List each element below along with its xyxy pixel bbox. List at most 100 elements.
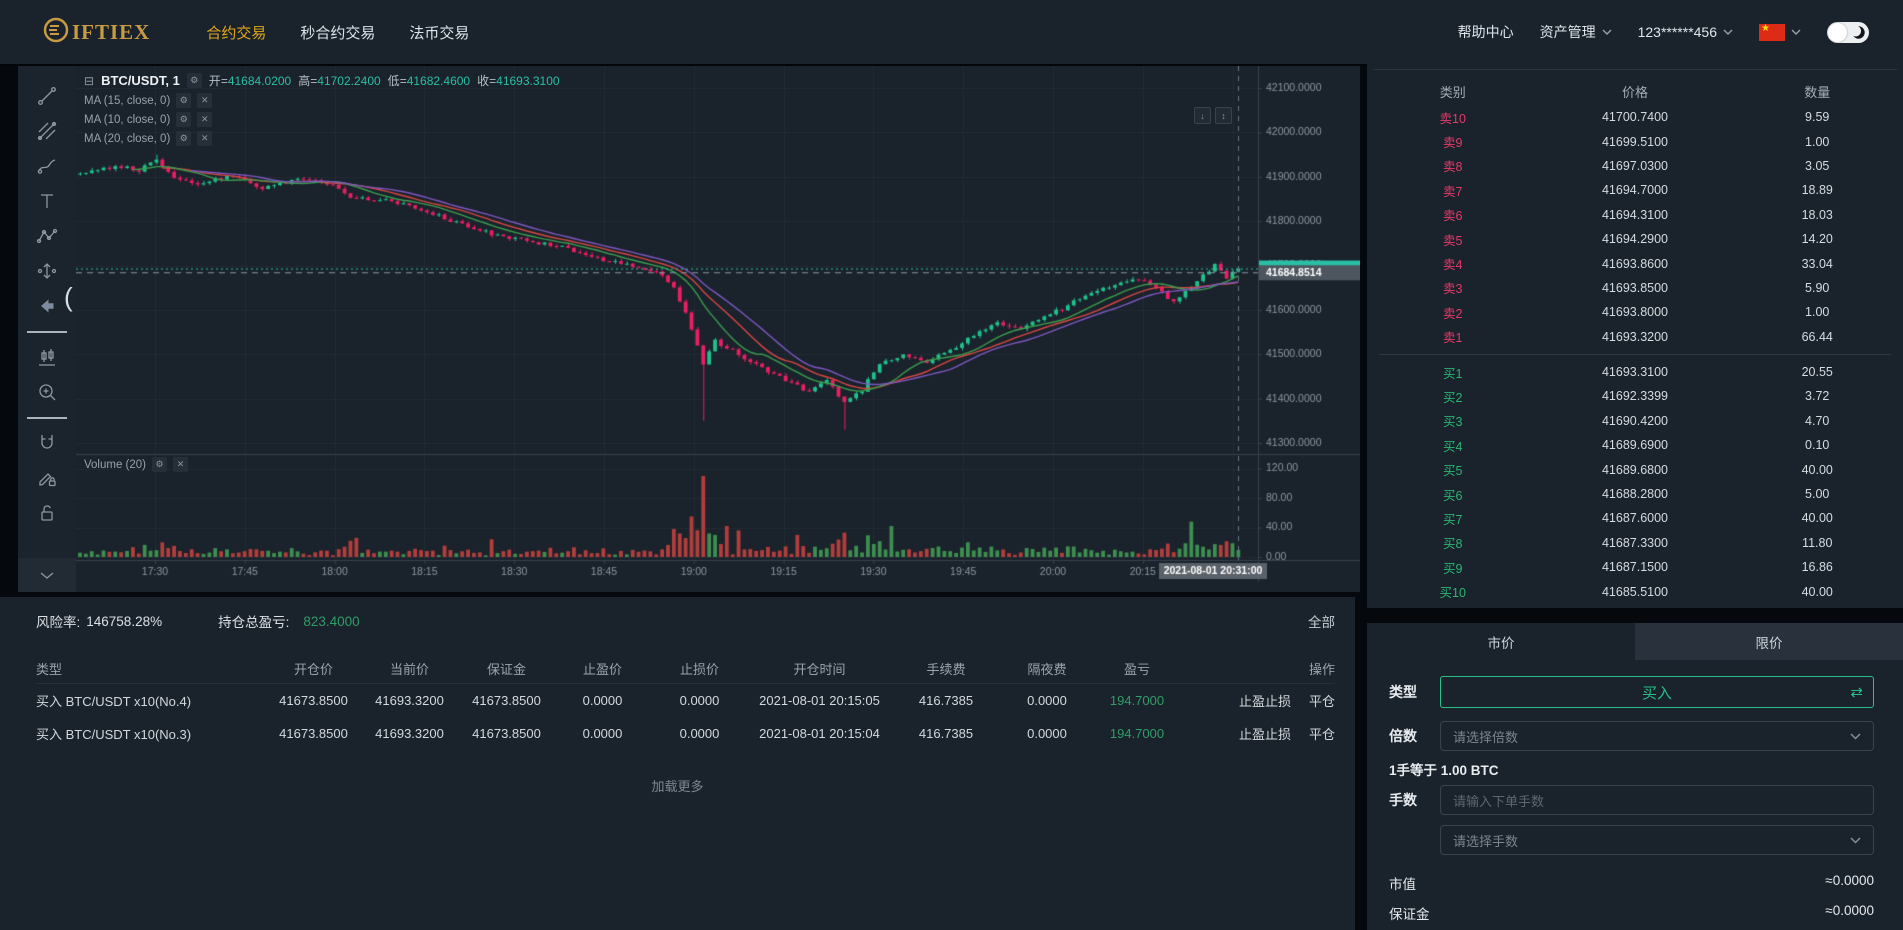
nav-contract-trade[interactable]: 合约交易 xyxy=(206,22,266,43)
filter-all-link[interactable]: 全部 xyxy=(1308,611,1335,631)
scroll-down-icon[interactable]: ↓ xyxy=(1194,107,1211,124)
buy-order-row[interactable]: 买3 41690.4200 4.70 xyxy=(1367,409,1903,433)
buy-order-row[interactable]: 买9 41687.1500 16.86 xyxy=(1367,555,1903,579)
buy-order-row[interactable]: 买10 41685.5100 40.00 xyxy=(1367,579,1903,603)
close-position-button[interactable]: 平仓 xyxy=(1309,694,1335,709)
close-icon[interactable]: ✕ xyxy=(197,112,213,127)
leverage-label: 倍数 xyxy=(1389,728,1417,744)
nav-fiat-trade[interactable]: 法币交易 xyxy=(409,22,469,43)
zoom-in-tool[interactable] xyxy=(29,376,65,408)
sell-order-row[interactable]: 卖6 41694.3100 18.03 xyxy=(1367,203,1903,227)
toggle-knob xyxy=(1828,22,1847,42)
bar-style-tool[interactable] xyxy=(29,341,65,373)
scroll-latest-icon[interactable]: ↕ xyxy=(1215,107,1232,124)
sell-order-row[interactable]: 卖10 41700.7400 9.59 xyxy=(1367,105,1903,129)
gear-icon[interactable]: ⚙ xyxy=(186,73,202,88)
order-quantity: 33.04 xyxy=(1801,256,1833,271)
order-price: 41693.8500 xyxy=(1601,280,1669,295)
order-level-label: 买3 xyxy=(1443,415,1463,430)
nav-second-contract-trade[interactable]: 秒合约交易 xyxy=(300,22,375,43)
positions-table-body: 买入 BTC/USDT x10(No.4) 41673.8500 41693.320… xyxy=(36,684,1335,750)
gear-icon[interactable]: ⚙ xyxy=(176,112,192,127)
buy-order-row[interactable]: 买8 41687.3300 11.80 xyxy=(1367,531,1903,555)
order-price: 41693.8000 xyxy=(1601,305,1669,320)
brush-tool[interactable] xyxy=(29,150,65,182)
order-book-panel: 类别 价格 数量 卖10 41700.7400 9.59 卖9 41699.5100 1.… xyxy=(1367,64,1903,608)
toolbar-collapse-chevron[interactable] xyxy=(18,558,76,592)
close-icon[interactable]: ✕ xyxy=(197,131,213,146)
low-label: 低 xyxy=(387,74,400,88)
order-quantity: 11.80 xyxy=(1802,535,1833,550)
chevron-down-icon xyxy=(1850,733,1861,739)
arrow-left-icon[interactable] xyxy=(29,290,65,322)
sell-order-row[interactable]: 卖7 41694.7000 18.89 xyxy=(1367,178,1903,202)
high-label: 高 xyxy=(298,74,311,88)
tab-market-price[interactable]: 市价 xyxy=(1367,623,1635,660)
help-center-link[interactable]: 帮助中心 xyxy=(1458,22,1514,42)
order-price: 41690.4200 xyxy=(1601,413,1669,428)
tp-sl-button[interactable]: 止盈止损 xyxy=(1239,727,1291,742)
brand-logo[interactable]: IFTIEX xyxy=(42,16,150,49)
account-label: 123******456 xyxy=(1637,24,1717,40)
load-more-button[interactable]: 加载更多 xyxy=(0,776,1355,795)
position-overnight: 0.0000 xyxy=(1027,693,1067,708)
trend-line-tool[interactable] xyxy=(29,80,65,112)
order-level-label: 卖8 xyxy=(1443,160,1463,175)
gear-icon[interactable]: ⚙ xyxy=(176,93,192,108)
pattern-tool[interactable] xyxy=(29,220,65,252)
order-level-label: 买5 xyxy=(1443,464,1463,479)
text-tool[interactable] xyxy=(29,185,65,217)
tp-sl-button[interactable]: 止盈止损 xyxy=(1239,694,1291,709)
order-level-label: 买1 xyxy=(1443,366,1463,381)
order-level-label: 卖7 xyxy=(1443,184,1463,199)
position-sl: 0.0000 xyxy=(679,726,720,741)
close-icon[interactable]: ✕ xyxy=(197,93,213,108)
position-tp: 0.0000 xyxy=(582,726,623,741)
margin-label: 保证金 xyxy=(1389,907,1430,922)
sell-order-row[interactable]: 卖8 41697.0300 3.05 xyxy=(1367,154,1903,178)
order-level-label: 买10 xyxy=(1439,586,1466,601)
swap-direction-icon[interactable]: ⇄ xyxy=(1850,683,1863,701)
buy-order-row[interactable]: 买7 41687.6000 40.00 xyxy=(1367,506,1903,530)
position-actions: 止盈止损 平仓 xyxy=(1182,724,1335,743)
buy-order-row[interactable]: 买2 41692.3399 3.72 xyxy=(1367,384,1903,408)
gear-icon[interactable]: ⚙ xyxy=(152,457,168,472)
buy-order-row[interactable]: 买6 41688.2800 5.00 xyxy=(1367,482,1903,506)
lots-select[interactable]: 请选择手数 xyxy=(1440,825,1874,855)
asset-management-menu[interactable]: 资产管理 xyxy=(1540,22,1612,42)
buy-order-row[interactable]: 买1 41693.3100 20.55 xyxy=(1367,360,1903,384)
direction-buy-button[interactable]: 买入 ⇄ xyxy=(1440,676,1874,708)
lots-input[interactable]: 请输入下单手数 xyxy=(1440,785,1874,815)
gann-tools[interactable] xyxy=(29,115,65,147)
tab-limit-price[interactable]: 限价 xyxy=(1635,623,1903,660)
buy-order-row[interactable]: 买4 41689.6900 0.10 xyxy=(1367,433,1903,457)
sell-order-row[interactable]: 卖5 41694.2900 14.20 xyxy=(1367,227,1903,251)
theme-toggle[interactable] xyxy=(1827,21,1869,43)
sidebar-collapse-handle[interactable]: ( xyxy=(64,284,73,310)
close-position-button[interactable]: 平仓 xyxy=(1309,727,1335,742)
leverage-select[interactable]: 请选择倍数 xyxy=(1440,721,1874,751)
sell-order-row[interactable]: 卖4 41693.8600 33.04 xyxy=(1367,251,1903,275)
sell-order-row[interactable]: 卖3 41693.8500 5.90 xyxy=(1367,276,1903,300)
collapse-series-icon[interactable]: ⊟ xyxy=(84,74,94,88)
lock-tool[interactable] xyxy=(29,497,65,529)
sell-order-row[interactable]: 卖2 41693.8000 1.00 xyxy=(1367,300,1903,324)
account-menu[interactable]: 123******456 xyxy=(1638,24,1733,40)
type-label: 类型 xyxy=(1389,684,1417,700)
risk-rate-label: 风险率: xyxy=(36,615,81,630)
language-menu[interactable]: ★ xyxy=(1759,23,1801,41)
gear-icon[interactable]: ⚙ xyxy=(176,131,192,146)
order-quantity: 9.59 xyxy=(1805,110,1830,125)
forecast-tool[interactable] xyxy=(29,255,65,287)
sell-order-row[interactable]: 卖1 41693.3200 66.44 xyxy=(1367,325,1903,349)
magnet-tool[interactable] xyxy=(29,427,65,459)
buy-order-row[interactable]: 买5 41689.6800 40.00 xyxy=(1367,457,1903,481)
position-actions: 止盈止损 平仓 xyxy=(1182,691,1335,710)
close-icon[interactable]: ✕ xyxy=(173,457,189,472)
order-quantity: 18.03 xyxy=(1801,207,1833,222)
position-time: 2021-08-01 20:15:04 xyxy=(759,726,880,741)
drawing-lock-tool[interactable] xyxy=(29,462,65,494)
chevron-down-icon xyxy=(1723,29,1733,35)
sell-order-row[interactable]: 卖9 41699.5100 1.00 xyxy=(1367,129,1903,153)
symbol-label[interactable]: BTC/USDT, 1 xyxy=(101,73,180,88)
